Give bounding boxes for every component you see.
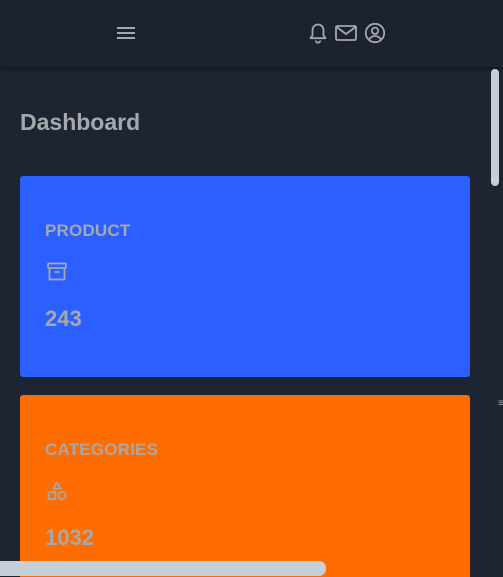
shapes-icon: [46, 480, 68, 502]
product-count-value: 243: [45, 306, 82, 331]
main-content: Dashboard PRODUCT 243 CATEGORIES 1032: [0, 67, 488, 577]
categories-card-label: CATEGORIES: [45, 440, 159, 459]
categories-count-value: 1032: [45, 525, 94, 550]
user-circle-icon[interactable]: [363, 21, 387, 45]
archive-box-icon: [46, 261, 68, 283]
page-title: Dashboard: [20, 109, 141, 135]
horizontal-scrollbar[interactable]: [0, 561, 326, 576]
categories-card[interactable]: CATEGORIES 1032: [20, 395, 470, 577]
mail-icon[interactable]: [334, 21, 358, 45]
bell-icon[interactable]: [306, 21, 330, 45]
product-card-label: PRODUCT: [45, 221, 131, 240]
vertical-scrollbar[interactable]: [491, 69, 499, 186]
edge-toggle-glyph: ≡: [498, 398, 503, 409]
hamburger-menu-icon[interactable]: [114, 21, 138, 45]
dashboard-app: Dashboard PRODUCT 243 CATEGORIES 1032 ≡: [0, 0, 503, 577]
top-navbar: [0, 0, 503, 67]
product-card[interactable]: PRODUCT 243: [20, 176, 470, 377]
